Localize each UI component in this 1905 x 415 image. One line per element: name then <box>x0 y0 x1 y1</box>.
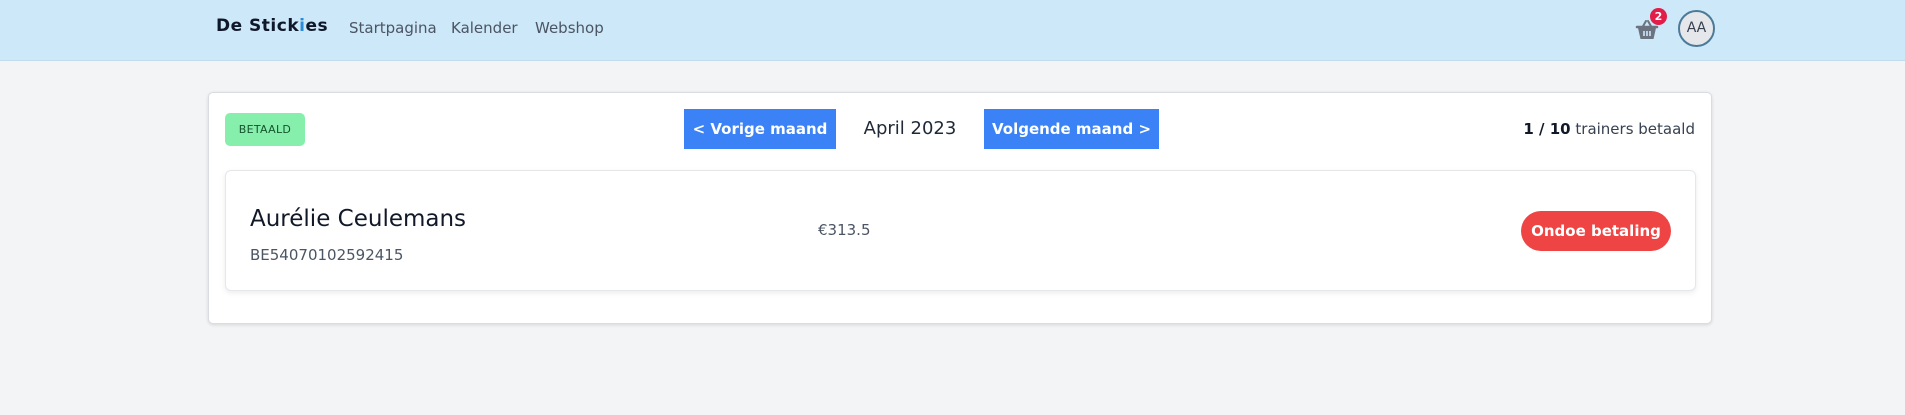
paid-count-suffix: trainers betaald <box>1575 120 1695 138</box>
current-month-label: April 2023 <box>863 118 957 139</box>
nav-link-webshop[interactable]: Webshop <box>535 19 604 37</box>
cart-count-badge: 2 <box>1650 8 1667 25</box>
trainers-paid-summary: 1 / 10 trainers betaald <box>1523 120 1695 138</box>
site-logo[interactable]: De Stickies <box>216 16 328 36</box>
trainer-amount: €313.5 <box>818 221 871 239</box>
nav-link-kalender[interactable]: Kalender <box>451 19 518 37</box>
trainer-iban: BE54070102592415 <box>250 246 404 264</box>
undo-payment-button[interactable]: Ondoe betaling <box>1521 211 1671 251</box>
paid-count-value: 1 / 10 <box>1523 120 1571 138</box>
top-navbar: De Stickies Startpagina Kalender Webshop… <box>0 0 1905 61</box>
next-month-button[interactable]: Volgende maand > <box>984 109 1159 149</box>
user-avatar[interactable]: AA <box>1678 10 1715 47</box>
status-badge-paid[interactable]: BETAALD <box>225 113 305 146</box>
trainer-name: Aurélie Ceulemans <box>250 206 467 232</box>
nav-link-startpagina[interactable]: Startpagina <box>349 19 437 37</box>
previous-month-button[interactable]: < Vorige maand <box>684 109 836 149</box>
